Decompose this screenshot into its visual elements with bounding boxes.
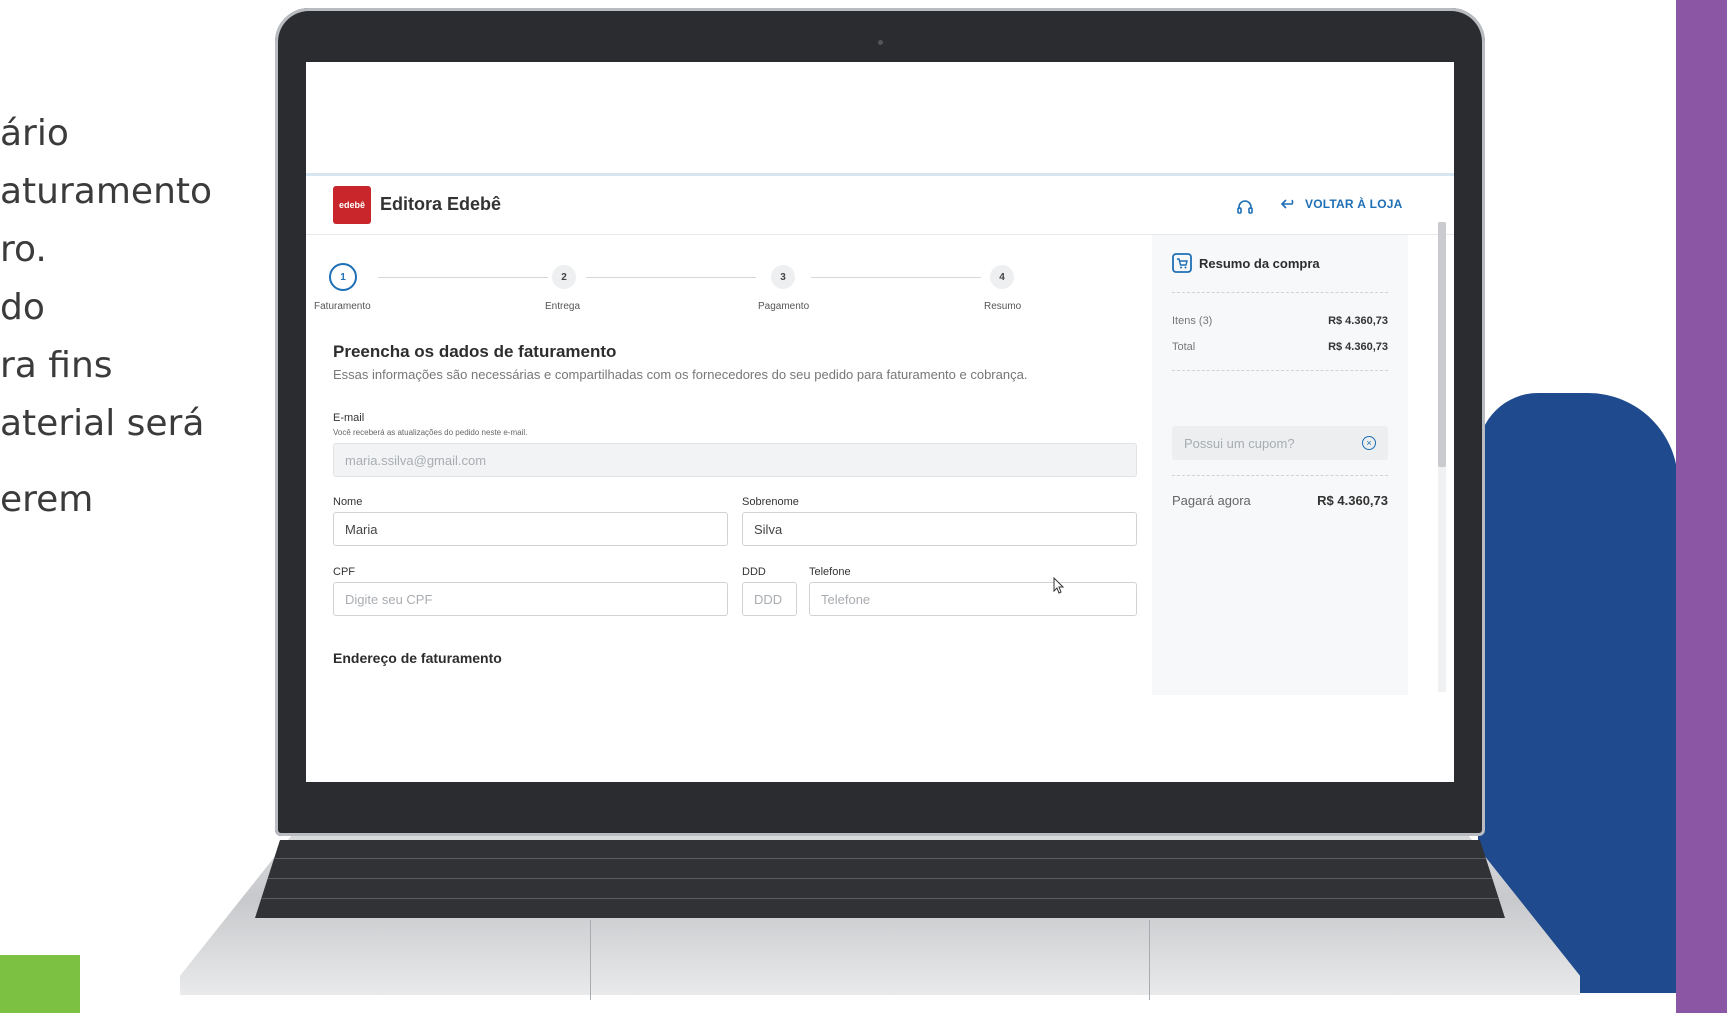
divider xyxy=(1172,370,1388,371)
sobrenome-field[interactable]: Silva xyxy=(742,512,1137,546)
cart-icon xyxy=(1172,253,1192,273)
order-summary-panel: Resumo da compra Itens (3) R$ 4.360,73 T… xyxy=(1152,235,1408,695)
step-1-circle[interactable]: 1 xyxy=(329,263,357,291)
key-row xyxy=(255,858,1505,859)
back-arrow-icon xyxy=(1281,199,1294,209)
pay-now-label: Pagará agora xyxy=(1172,493,1251,508)
billing-address-title: Endereço de faturamento xyxy=(333,650,502,666)
laptop-trackpad xyxy=(590,920,1150,1000)
green-decor-shape xyxy=(0,955,80,1013)
coupon-clear-icon[interactable]: × xyxy=(1362,436,1376,450)
side-text-line: ra fins xyxy=(0,345,113,386)
items-label: Itens (3) xyxy=(1172,315,1213,327)
cpf-field[interactable]: Digite seu CPF xyxy=(333,582,728,616)
pay-now-row: Pagará agora R$ 4.360,73 xyxy=(1172,493,1388,508)
headset-icon[interactable] xyxy=(1236,198,1254,216)
divider xyxy=(1172,292,1388,293)
step-4-label: Resumo xyxy=(984,301,1022,312)
ddd-label: DDD xyxy=(742,566,766,578)
total-label: Total xyxy=(1172,341,1196,353)
coupon-placeholder: Possui um cupom? xyxy=(1184,435,1295,451)
email-field[interactable]: maria.ssilva@gmail.com xyxy=(333,443,1137,477)
form-subtitle: Essas informações são necessárias e comp… xyxy=(333,367,1028,382)
items-row: Itens (3) R$ 4.360,73 xyxy=(1172,315,1388,327)
email-label: E-mail xyxy=(333,412,365,424)
summary-title: Resumo da compra xyxy=(1199,256,1320,271)
brand-name: Editora Edebê xyxy=(380,194,502,214)
page-scrollbar[interactable] xyxy=(1438,222,1446,692)
step-1-label: Faturamento xyxy=(314,301,371,312)
camera-icon xyxy=(878,40,883,45)
side-text-line: ro. xyxy=(0,229,47,270)
cropped-side-text: ário aturamento ro. do ra fins aterial s… xyxy=(0,105,212,529)
step-2-label: Entrega xyxy=(545,301,581,312)
step-2-circle[interactable]: 2 xyxy=(552,265,576,289)
coupon-input[interactable]: Possui um cupom? × xyxy=(1172,426,1388,460)
email-hint: Você receberá as atualizações do pedido … xyxy=(333,428,528,437)
sobrenome-label: Sobrenome xyxy=(742,496,799,508)
divider xyxy=(1172,475,1388,476)
brand-logo[interactable]: edebê xyxy=(333,186,371,224)
mouse-cursor-icon xyxy=(1053,577,1065,594)
back-to-store-link[interactable]: VOLTAR À LOJA xyxy=(1281,197,1403,211)
step-connector xyxy=(378,277,548,278)
telefone-field[interactable]: Telefone xyxy=(809,582,1137,616)
ddd-field[interactable]: DDD xyxy=(742,582,797,616)
step-3-circle[interactable]: 3 xyxy=(771,265,795,289)
checkout-stepper: 1 2 3 4 Faturamento Entrega Pagamento Re… xyxy=(306,245,1166,315)
side-text-line: erem xyxy=(0,479,94,520)
side-text-line: ário xyxy=(0,113,69,154)
total-value: R$ 4.360,73 xyxy=(1328,341,1388,353)
step-connector xyxy=(586,277,756,278)
browser-top-area xyxy=(306,62,1454,176)
key-row xyxy=(255,898,1505,899)
telefone-label: Telefone xyxy=(809,566,851,578)
nome-label: Nome xyxy=(333,496,363,508)
nome-field[interactable]: Maria xyxy=(333,512,728,546)
laptop-keyboard xyxy=(255,840,1505,918)
side-text-line: do xyxy=(0,287,45,328)
laptop-screen: edebê Editora Edebê VOLTAR À LOJA 1 2 3 … xyxy=(306,62,1454,782)
back-to-store-label: VOLTAR À LOJA xyxy=(1305,197,1403,211)
step-4-circle[interactable]: 4 xyxy=(990,265,1014,289)
purple-decor-band xyxy=(1676,0,1727,1013)
total-row: Total R$ 4.360,73 xyxy=(1172,341,1388,353)
items-value: R$ 4.360,73 xyxy=(1328,315,1388,327)
pay-now-value: R$ 4.360,73 xyxy=(1317,493,1388,508)
form-title: Preencha os dados de faturamento xyxy=(333,342,617,361)
side-text-line: aterial será xyxy=(0,403,205,444)
side-text-line: aturamento xyxy=(0,171,213,212)
marketing-canvas: ário aturamento ro. do ra fins aterial s… xyxy=(0,0,1727,1013)
step-connector xyxy=(811,277,981,278)
cpf-label: CPF xyxy=(333,566,355,578)
key-row xyxy=(255,878,1505,879)
step-3-label: Pagamento xyxy=(758,301,810,312)
scrollbar-thumb[interactable] xyxy=(1438,222,1446,467)
